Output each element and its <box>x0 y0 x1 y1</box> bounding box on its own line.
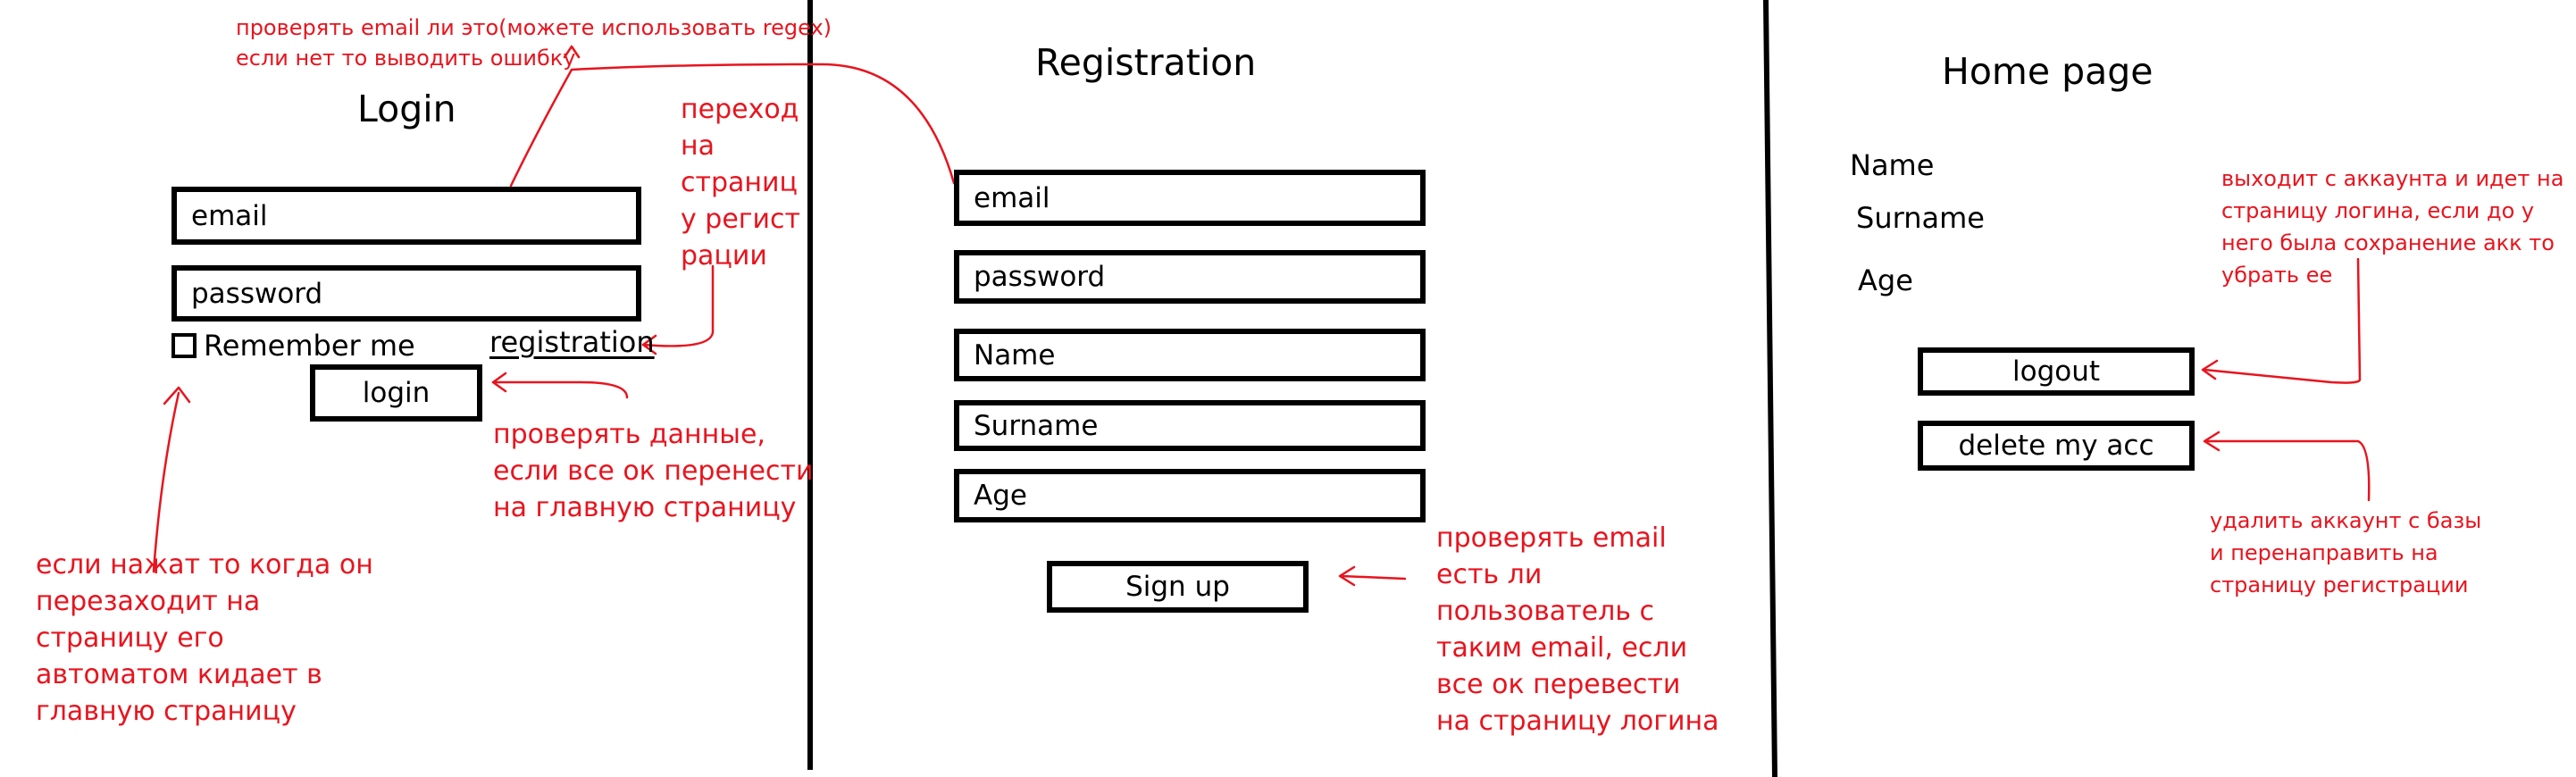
note-logout: выходит с аккаунта и идет на страницу ло… <box>2221 166 2564 288</box>
registration-age-field[interactable]: Age <box>954 469 1426 522</box>
login-title: Login <box>357 88 456 130</box>
note-delete-account: удалить аккаунт с базы и перенаправить н… <box>2210 508 2482 597</box>
remember-me-checkbox[interactable] <box>171 333 197 358</box>
arrow-remember-me <box>152 386 191 573</box>
registration-link[interactable]: registration <box>489 325 655 359</box>
login-password-field[interactable]: password <box>171 265 641 322</box>
login-button[interactable]: login <box>310 364 482 422</box>
note-check-email-exists: проверять email есть ли пользователь с т… <box>1436 522 1719 737</box>
home-name-label: Name <box>1850 148 1935 182</box>
note-remember-me: если нажат то когда он перезаходит на ст… <box>36 549 373 727</box>
remember-me-label: Remember me <box>204 329 415 363</box>
note-goto-registration: переход на страниц у регист рации <box>681 94 801 272</box>
arrow-check-login <box>491 372 629 399</box>
registration-surname-field[interactable]: Surname <box>954 400 1426 451</box>
arrow-signup <box>1338 565 1407 587</box>
registration-title: Registration <box>1035 41 1257 84</box>
home-age-label: Age <box>1858 263 1913 297</box>
logout-button[interactable]: logout <box>1918 347 2195 396</box>
delete-account-button[interactable]: delete my acc <box>1918 421 2195 471</box>
registration-name-field[interactable]: Name <box>954 329 1426 381</box>
home-surname-label: Surname <box>1856 201 1985 235</box>
note-check-login-data: проверять данные, если все ок перенести … <box>493 419 814 523</box>
home-title: Home page <box>1942 50 2154 93</box>
divider-right <box>1763 0 1777 777</box>
registration-password-field[interactable]: password <box>954 250 1426 304</box>
login-email-field[interactable]: email <box>171 187 641 245</box>
registration-email-field[interactable]: email <box>954 170 1426 226</box>
signup-button[interactable]: Sign up <box>1047 561 1309 613</box>
note-email-regex: проверять email ли это(можете использова… <box>236 15 832 71</box>
arrow-delete <box>2203 430 2371 502</box>
